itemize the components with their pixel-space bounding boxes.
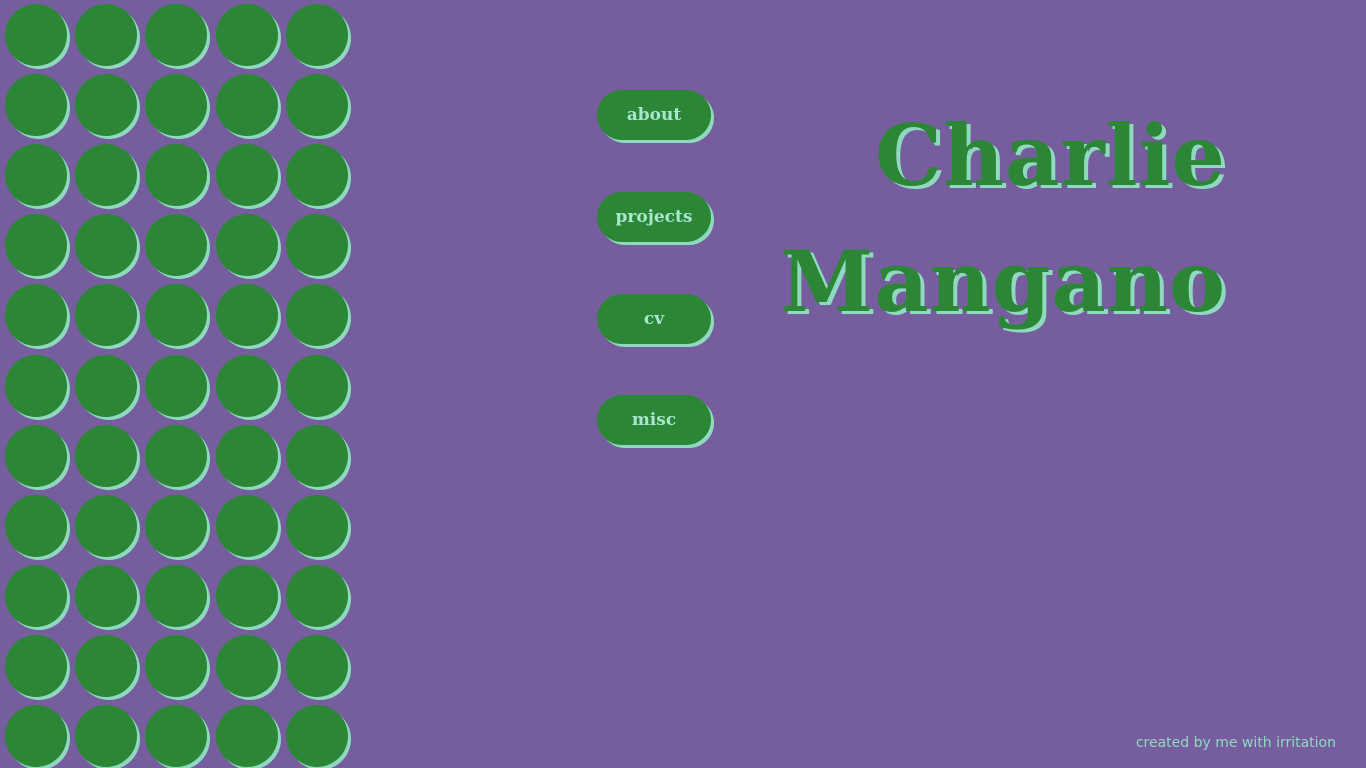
decorative-dot (145, 4, 208, 66)
nav-about-button[interactable]: about (597, 90, 711, 140)
decorative-dot (5, 4, 67, 66)
decorative-dot (285, 144, 348, 207)
decorative-dot (5, 354, 67, 417)
decorative-dot (5, 214, 67, 277)
decorative-dot (75, 634, 138, 697)
decorative-dot (285, 634, 348, 697)
decorative-dot (285, 564, 348, 627)
decorative-dot (215, 354, 278, 417)
decorative-dot (215, 634, 278, 697)
hero-first-name: Charlie (875, 106, 1226, 205)
decorative-dot (215, 564, 278, 627)
decorative-dot (75, 564, 138, 627)
decorative-dot (215, 424, 278, 487)
decorative-dot (215, 214, 278, 277)
page: about projects cv misc Charlie Mangano c… (0, 0, 1366, 768)
nav-projects-button[interactable]: projects (597, 192, 711, 242)
decorative-dot (75, 494, 138, 557)
decorative-dot (285, 4, 348, 66)
decorative-dot (215, 74, 278, 137)
decorative-dot (145, 634, 208, 697)
decorative-dot (75, 74, 138, 137)
decorative-dot (5, 74, 67, 137)
decorative-dot-grid (0, 0, 360, 768)
decorative-dot (285, 74, 348, 137)
decorative-dot (215, 705, 278, 767)
decorative-dot (145, 214, 208, 277)
decorative-dot (285, 354, 348, 417)
decorative-dot (5, 424, 67, 487)
decorative-dot (5, 284, 67, 347)
decorative-dot (145, 74, 208, 137)
decorative-dot (75, 284, 138, 347)
decorative-dot (145, 354, 208, 417)
hero-last-name: Mangano (780, 232, 1226, 331)
nav-cv-button[interactable]: cv (597, 294, 711, 344)
decorative-dot (215, 494, 278, 557)
decorative-dot (5, 144, 67, 207)
decorative-dot (285, 214, 348, 277)
decorative-dot (145, 494, 208, 557)
decorative-dot (145, 424, 208, 487)
decorative-dot (215, 284, 278, 347)
decorative-dot (75, 705, 138, 767)
footer-note: created by me with irritation (1135, 735, 1336, 751)
decorative-dot (75, 424, 138, 487)
decorative-dot (285, 424, 348, 487)
decorative-dot (5, 634, 67, 697)
decorative-dot (285, 284, 348, 347)
decorative-dot (215, 144, 278, 207)
decorative-dot (75, 354, 138, 417)
decorative-dot (75, 144, 138, 207)
decorative-dot (215, 4, 278, 66)
decorative-dot (75, 4, 138, 66)
decorative-dot (145, 144, 208, 207)
decorative-dot (285, 494, 348, 557)
decorative-dot (145, 564, 208, 627)
decorative-dot (285, 705, 348, 767)
decorative-dot (145, 284, 208, 347)
decorative-dot (145, 705, 208, 767)
nav-misc-button[interactable]: misc (597, 395, 711, 445)
decorative-dot (5, 494, 67, 557)
decorative-dot (5, 564, 67, 627)
decorative-dot (75, 214, 138, 277)
decorative-dot (5, 705, 67, 767)
